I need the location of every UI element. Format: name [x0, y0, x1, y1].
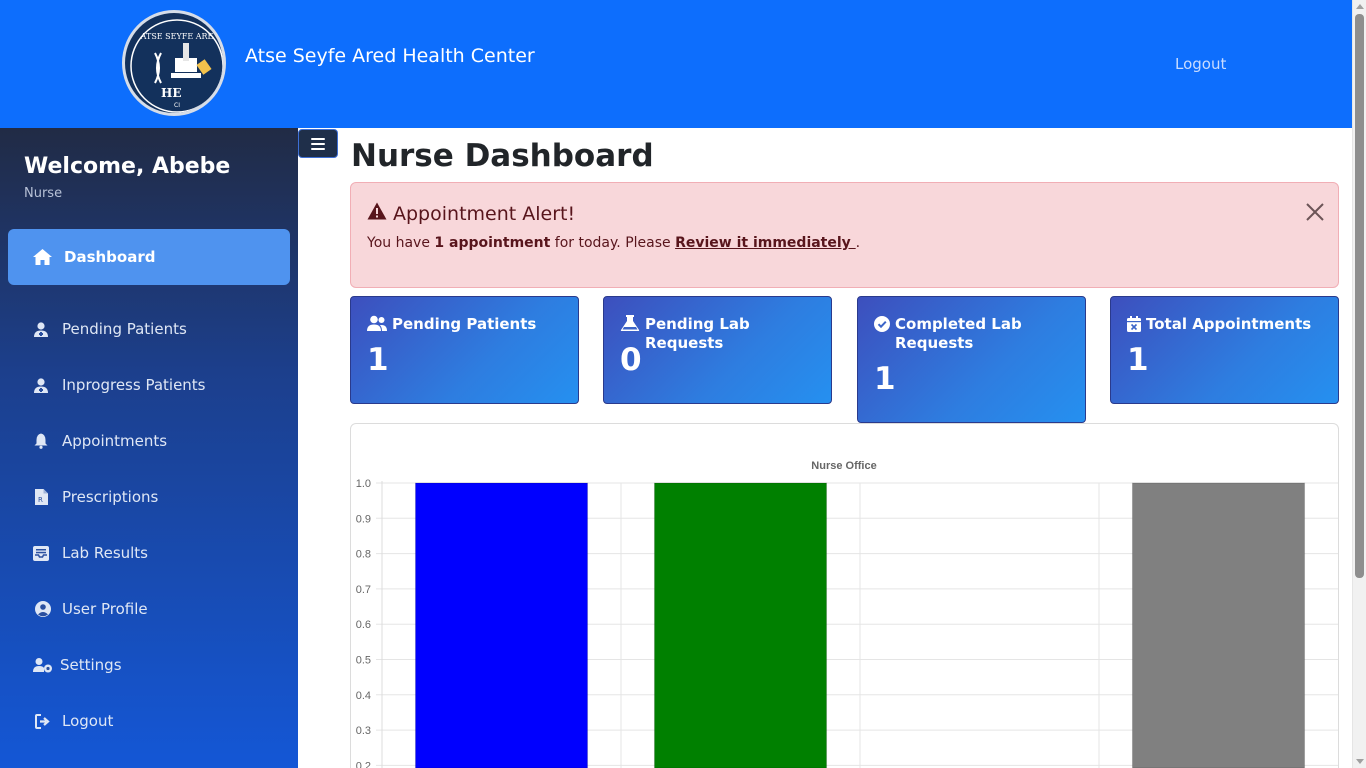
sidebar-item-label: User Profile — [62, 600, 148, 618]
svg-text:CI: CI — [174, 102, 180, 109]
card-completed-lab-requests[interactable]: Completed Lab Requests 1 — [857, 296, 1086, 423]
sidebar-item-inprogress-patients[interactable]: Inprogress Patients — [8, 357, 290, 413]
card-total-appointments[interactable]: Total Appointments 1 — [1110, 296, 1339, 404]
bell-icon — [30, 432, 52, 450]
calendar-x-icon — [1127, 316, 1141, 337]
y-tick-label: 1.0 — [356, 478, 371, 490]
scroll-down-icon[interactable] — [1356, 759, 1364, 764]
top-navbar: ATSE SEYFE ARE HE CI Atse Seyfe Ared Hea… — [0, 0, 1352, 128]
file-prescription-icon: R — [30, 488, 52, 506]
sidebar-item-settings[interactable]: Settings — [8, 637, 290, 693]
warning-triangle-icon — [367, 202, 387, 225]
card-value: 0 — [620, 342, 642, 378]
card-pending-lab-requests[interactable]: Pending Lab Requests 0 — [603, 296, 832, 404]
appointment-alert: Appointment Alert! You have 1 appointmen… — [350, 182, 1339, 288]
sidebar-item-label: Pending Patients — [62, 320, 187, 338]
user-nurse-icon — [30, 320, 52, 338]
flask-icon — [620, 315, 640, 336]
hamburger-icon — [311, 137, 325, 140]
y-tick-label: 0.9 — [356, 513, 371, 525]
header-logout-link[interactable]: Logout — [1175, 55, 1226, 73]
sidebar-item-dashboard[interactable]: Dashboard — [8, 229, 290, 285]
welcome-text: Welcome, Abebe — [24, 154, 231, 179]
user-nurse-icon — [30, 376, 52, 394]
chart-title: Nurse Office — [811, 460, 876, 472]
alert-title-row: Appointment Alert! — [367, 202, 575, 225]
sign-out-icon — [32, 712, 54, 730]
nurse-office-chart: Nurse Office 1.0 0.9 0.8 0.7 0.6 0.5 0.4 0.3 0.2 — [350, 423, 1339, 768]
review-appointment-link[interactable]: Review it immediately — [675, 235, 856, 251]
user-circle-icon — [32, 600, 54, 618]
bar-chart-svg: Nurse Office 1.0 0.9 0.8 0.7 0.6 0.5 0.4 0.3 0.2 — [356, 460, 1338, 768]
sidebar-item-label: Prescriptions — [62, 488, 159, 506]
card-title: Completed Lab Requests — [895, 315, 1022, 352]
card-title: Pending Lab Requests — [645, 315, 750, 352]
alert-message: You have 1 appointment for today. Please… — [367, 235, 861, 251]
sidebar-item-logout[interactable]: Logout — [8, 693, 290, 749]
scroll-thumb[interactable] — [1355, 14, 1364, 578]
appointment-count: 1 appointment — [434, 235, 551, 251]
close-icon — [1306, 203, 1324, 221]
card-value: 1 — [1127, 342, 1149, 378]
sidebar-item-prescriptions[interactable]: R Prescriptions — [8, 469, 290, 525]
users-cog-icon — [32, 656, 54, 674]
sidebar: Welcome, Abebe Nurse Dashboard Pending P… — [0, 128, 298, 768]
chart-bar — [414, 482, 589, 768]
user-role: Nurse — [24, 186, 63, 201]
sidebar-item-user-profile[interactable]: User Profile — [8, 581, 290, 637]
svg-text:HE: HE — [161, 86, 181, 100]
sidebar-item-label: Dashboard — [64, 248, 156, 266]
chart-bar — [1131, 482, 1306, 768]
sidebar-item-label: Appointments — [62, 432, 168, 450]
svg-text:R: R — [38, 496, 43, 504]
users-icon — [367, 315, 387, 336]
sidebar-item-pending-patients[interactable]: Pending Patients — [8, 301, 290, 357]
y-tick-label: 0.3 — [356, 725, 371, 737]
sidebar-item-appointments[interactable]: Appointments — [8, 413, 290, 469]
check-circle-icon — [874, 316, 890, 337]
y-tick-label: 0.6 — [356, 619, 371, 631]
y-tick-label: 0.8 — [356, 549, 371, 561]
home-icon — [31, 248, 53, 266]
chart-bar — [653, 482, 828, 768]
sidebar-item-lab-results[interactable]: Lab Results — [8, 525, 290, 581]
y-tick-label: 0.5 — [356, 655, 371, 667]
y-tick-label: 0.7 — [356, 584, 371, 596]
card-value: 1 — [874, 361, 896, 397]
y-tick-label: 0.4 — [356, 690, 371, 702]
health-center-logo: ATSE SEYFE ARE HE CI — [122, 10, 226, 116]
sidebar-item-label: Lab Results — [62, 544, 149, 562]
card-value: 1 — [367, 342, 389, 378]
card-pending-patients[interactable]: Pending Patients 1 — [350, 296, 579, 404]
scroll-up-icon[interactable] — [1356, 4, 1364, 9]
page-scrollbar[interactable] — [1352, 0, 1366, 768]
svg-text:ATSE SEYFE ARE: ATSE SEYFE ARE — [140, 32, 214, 41]
sidebar-toggle-button[interactable] — [298, 129, 338, 158]
close-alert-button[interactable] — [1304, 201, 1326, 223]
sidebar-item-label: Inprogress Patients — [62, 376, 206, 394]
page-title: Nurse Dashboard — [351, 138, 654, 174]
brand-name[interactable]: Atse Seyfe Ared Health Center — [245, 45, 535, 67]
y-tick-label: 0.2 — [356, 760, 371, 768]
inbox-icon — [30, 544, 52, 562]
sidebar-item-label: Logout — [62, 712, 114, 730]
card-title: Total Appointments — [1146, 315, 1312, 333]
card-title: Pending Patients — [392, 315, 537, 333]
alert-title: Appointment Alert! — [393, 202, 576, 225]
sidebar-item-label: Settings — [60, 656, 122, 674]
